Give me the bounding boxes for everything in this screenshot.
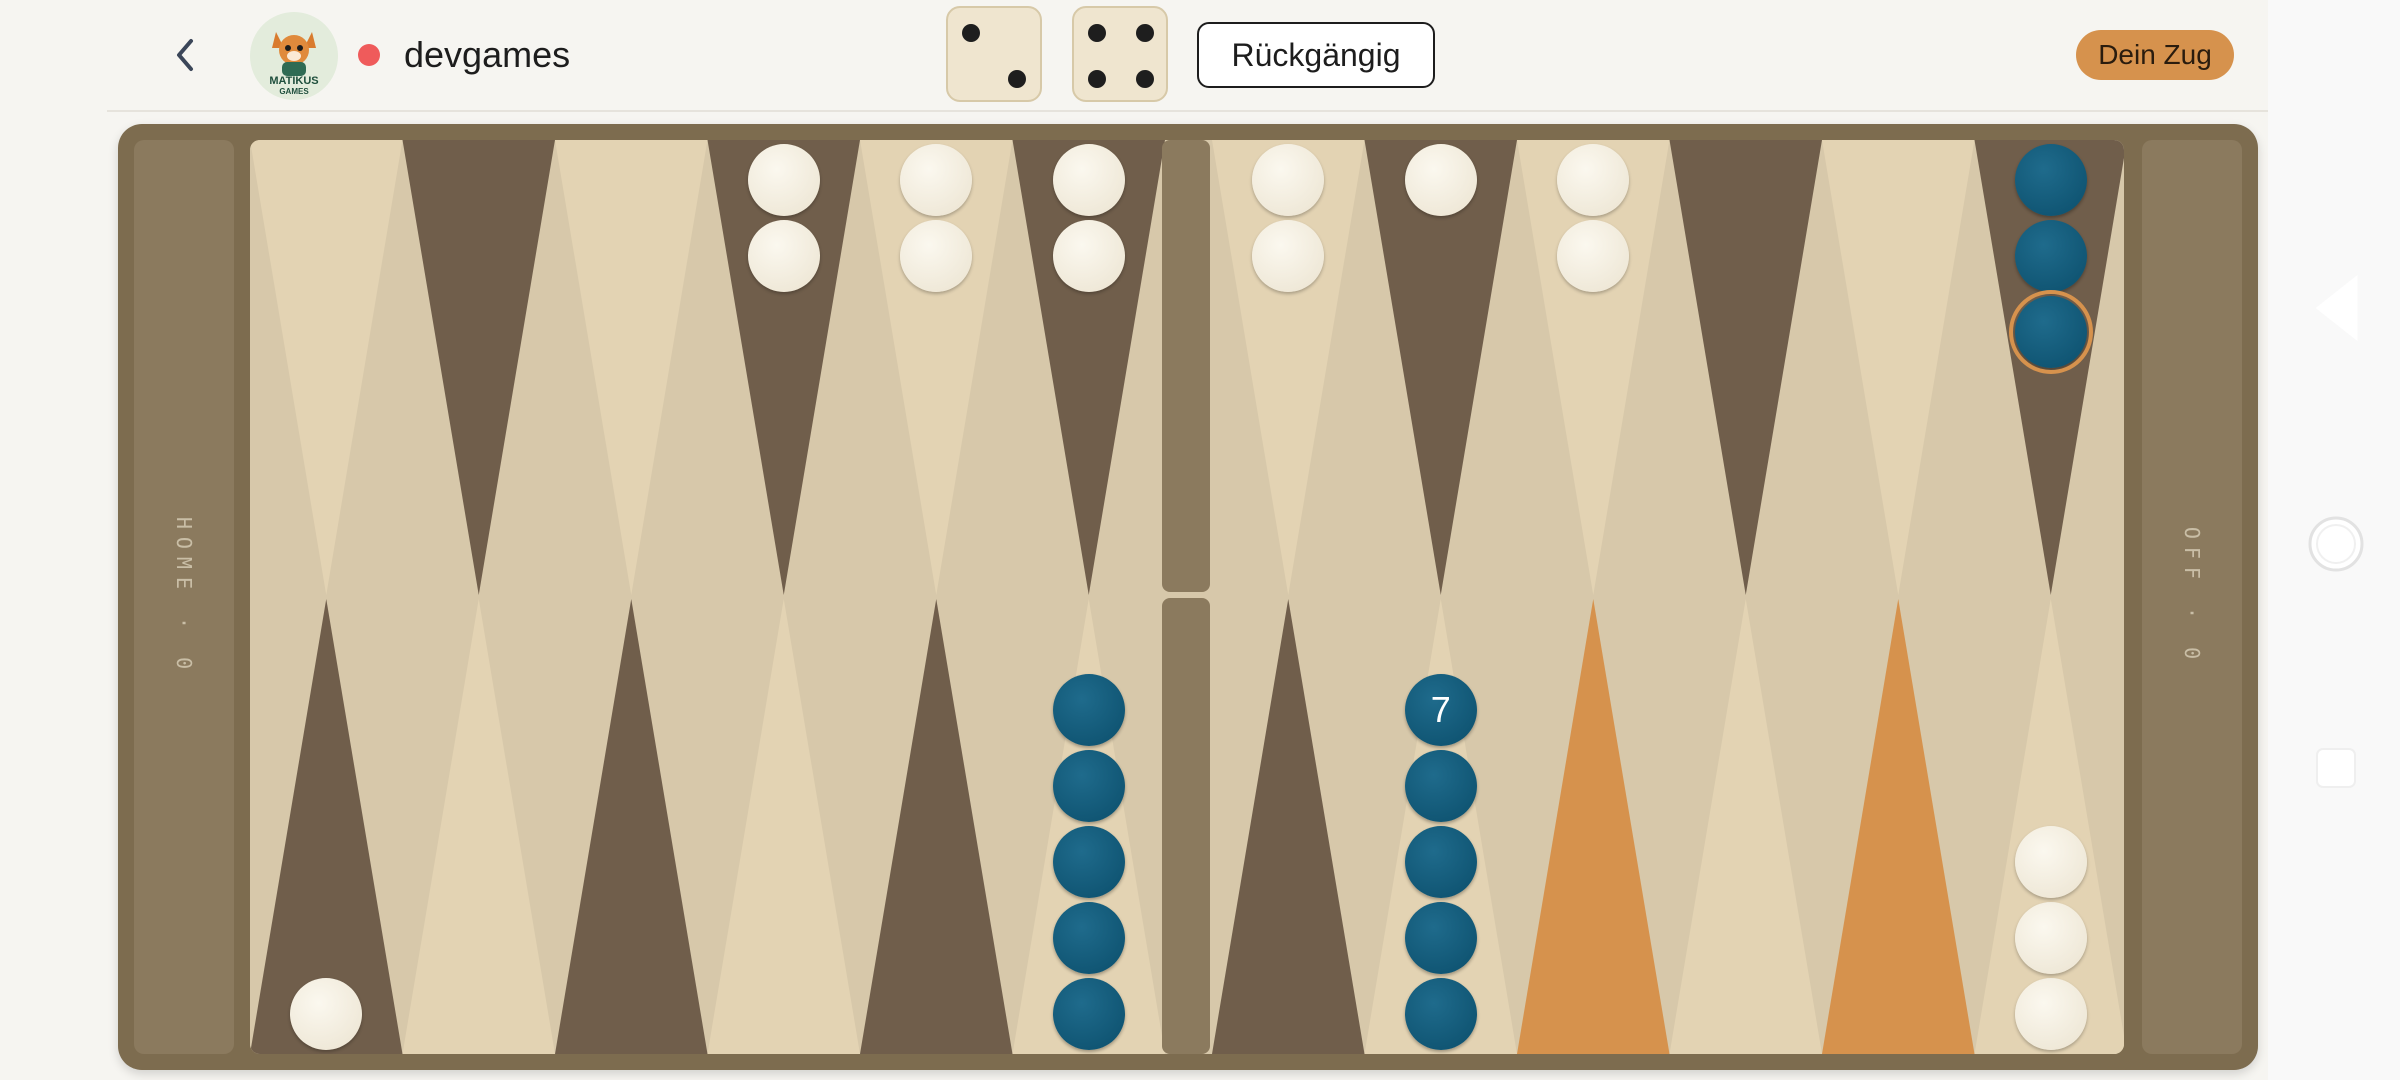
opponent-checker[interactable] bbox=[1404, 144, 1477, 216]
opponent-checker[interactable] bbox=[2014, 902, 2087, 974]
off-tray-label: OFF · 0 bbox=[2180, 526, 2204, 668]
undo-button[interactable]: Rückgängig bbox=[1197, 22, 1435, 88]
die-pip bbox=[962, 24, 980, 42]
opponent-checker[interactable] bbox=[1557, 144, 1630, 216]
board-half bbox=[250, 140, 1165, 1054]
center-bar-bottom[interactable] bbox=[1162, 598, 1210, 1054]
header-divider bbox=[107, 110, 2268, 112]
opponent-checker[interactable] bbox=[1252, 220, 1325, 292]
online-status-dot bbox=[358, 44, 380, 66]
player-checker[interactable] bbox=[1404, 826, 1477, 898]
opponent-checker[interactable] bbox=[1557, 220, 1630, 292]
opponent-checker[interactable] bbox=[2014, 826, 2087, 898]
svg-text:MATIKUS: MATIKUS bbox=[269, 75, 318, 87]
die-pip bbox=[1136, 70, 1154, 88]
playing-field: 7 bbox=[250, 140, 2124, 1054]
opponent-checker[interactable] bbox=[1052, 144, 1125, 216]
player-checker[interactable] bbox=[1404, 750, 1477, 822]
off-tray[interactable]: OFF · 0 bbox=[2142, 140, 2242, 1054]
die-pip bbox=[1088, 24, 1106, 42]
chevron-left-icon bbox=[177, 39, 193, 71]
system-nav-bar bbox=[2268, 0, 2400, 1080]
opponent-checker[interactable] bbox=[1252, 144, 1325, 216]
home-circle-icon[interactable] bbox=[2306, 514, 2366, 574]
die-pip bbox=[1136, 24, 1154, 42]
board-half bbox=[1210, 140, 2124, 1054]
die-pip bbox=[1008, 70, 1026, 88]
player-checker[interactable] bbox=[2008, 290, 2093, 374]
center-bar-top[interactable] bbox=[1162, 140, 1210, 592]
opponent-checker[interactable] bbox=[900, 220, 973, 292]
opponent-checker[interactable] bbox=[2014, 978, 2087, 1050]
player-checker[interactable] bbox=[2014, 144, 2087, 216]
opponent-name: devgames bbox=[404, 34, 571, 75]
turn-indicator-badge: Dein Zug bbox=[2076, 30, 2234, 80]
home-tray[interactable]: HOME · 0 bbox=[134, 140, 234, 1054]
app-logo: MATIKUS GAMES bbox=[250, 12, 338, 100]
player-checker[interactable] bbox=[1404, 978, 1477, 1050]
die-2 bbox=[1072, 6, 1168, 102]
player-checker[interactable]: 7 bbox=[1404, 674, 1477, 746]
die-1 bbox=[946, 6, 1042, 102]
player-checker[interactable] bbox=[1052, 674, 1125, 746]
opponent-checker[interactable] bbox=[290, 978, 363, 1050]
die-pip bbox=[1088, 70, 1106, 88]
top-bar: MATIKUS GAMES devgames Rückgängig Dein Z… bbox=[0, 0, 2268, 112]
svg-text:GAMES: GAMES bbox=[279, 87, 309, 96]
back-triangle-icon[interactable] bbox=[2312, 272, 2362, 344]
opponent-checker[interactable] bbox=[1052, 220, 1125, 292]
back-button[interactable] bbox=[160, 30, 210, 80]
player-checker[interactable] bbox=[1052, 826, 1125, 898]
backgammon-board: HOME · 0 OFF · 0 7 bbox=[118, 124, 2258, 1070]
player-checker[interactable] bbox=[1052, 750, 1125, 822]
player-checker[interactable] bbox=[1052, 978, 1125, 1050]
recents-square-icon[interactable] bbox=[2314, 746, 2358, 790]
player-checker[interactable] bbox=[1404, 902, 1477, 974]
stack-count-label: 7 bbox=[1430, 689, 1451, 730]
opponent-checker[interactable] bbox=[900, 144, 973, 216]
opponent-checker[interactable] bbox=[747, 144, 820, 216]
game-screen: MATIKUS GAMES devgames Rückgängig Dein Z… bbox=[0, 0, 2268, 1080]
home-tray-label: HOME · 0 bbox=[172, 516, 196, 678]
player-checker[interactable] bbox=[2014, 220, 2087, 292]
player-checker[interactable] bbox=[1052, 902, 1125, 974]
opponent-checker[interactable] bbox=[747, 220, 820, 292]
